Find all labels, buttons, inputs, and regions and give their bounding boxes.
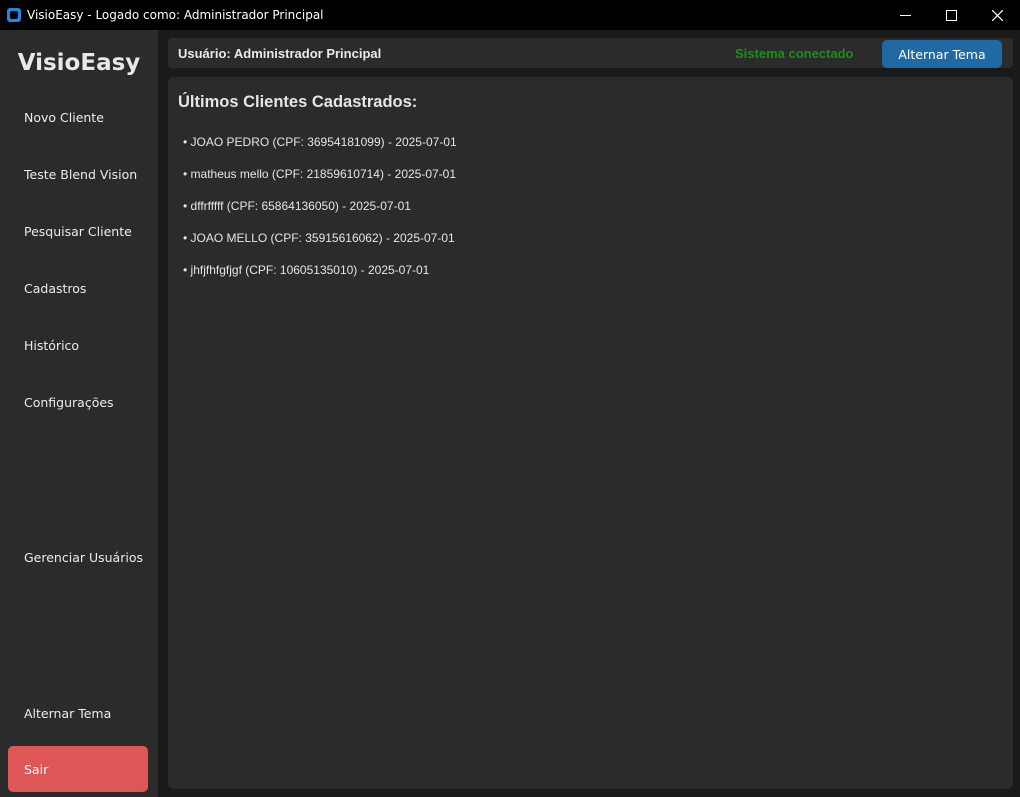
minimize-icon[interactable] <box>882 0 928 30</box>
client-list-item: • jhfjfhfgfjgf (CPF: 10605135010) - 2025… <box>183 263 430 277</box>
sidebar-item-pesquisar-cliente[interactable]: Pesquisar Cliente <box>24 224 132 239</box>
close-icon[interactable] <box>974 0 1020 30</box>
recent-clients-title: Últimos Clientes Cadastrados: <box>178 93 418 111</box>
app-logo-icon <box>7 8 21 22</box>
sidebar-item-novo-cliente[interactable]: Novo Cliente <box>24 110 104 125</box>
toggle-theme-button[interactable]: Alternar Tema <box>882 40 1002 68</box>
sidebar-item-configuracoes[interactable]: Configurações <box>24 395 114 410</box>
connection-status: Sistema conectado <box>735 46 854 61</box>
client-list-item: • JOAO PEDRO (CPF: 36954181099) - 2025-0… <box>183 135 457 149</box>
sidebar: VisioEasy Novo Cliente Teste Blend Visio… <box>0 30 158 797</box>
logout-button[interactable]: Sair <box>8 746 148 792</box>
sidebar-item-teste-blend-vision[interactable]: Teste Blend Vision <box>24 167 137 182</box>
main-panel: Últimos Clientes Cadastrados: • JOAO PED… <box>168 77 1013 789</box>
maximize-icon[interactable] <box>928 0 974 30</box>
current-user-label: Usuário: Administrador Principal <box>178 46 382 61</box>
window-controls <box>882 0 1020 30</box>
recent-clients-list: • JOAO PEDRO (CPF: 36954181099) - 2025-0… <box>183 134 457 294</box>
sidebar-brand: VisioEasy <box>17 50 141 76</box>
window-titlebar: VisioEasy - Logado como: Administrador P… <box>0 0 1020 30</box>
sidebar-item-gerenciar-usuarios[interactable]: Gerenciar Usuários <box>24 550 143 565</box>
sidebar-item-historico[interactable]: Histórico <box>24 338 79 353</box>
client-list-item: • dffrfffff (CPF: 65864136050) - 2025-07… <box>183 199 411 213</box>
client-list-item: • matheus mello (CPF: 21859610714) - 202… <box>183 167 457 181</box>
header-bar: Usuário: Administrador Principal Sistema… <box>168 38 1013 68</box>
sidebar-item-cadastros[interactable]: Cadastros <box>24 281 86 296</box>
window-title: VisioEasy - Logado como: Administrador P… <box>27 8 324 22</box>
client-list-item: • JOAO MELLO (CPF: 35915616062) - 2025-0… <box>183 231 455 245</box>
sidebar-item-alternar-tema[interactable]: Alternar Tema <box>24 706 111 721</box>
